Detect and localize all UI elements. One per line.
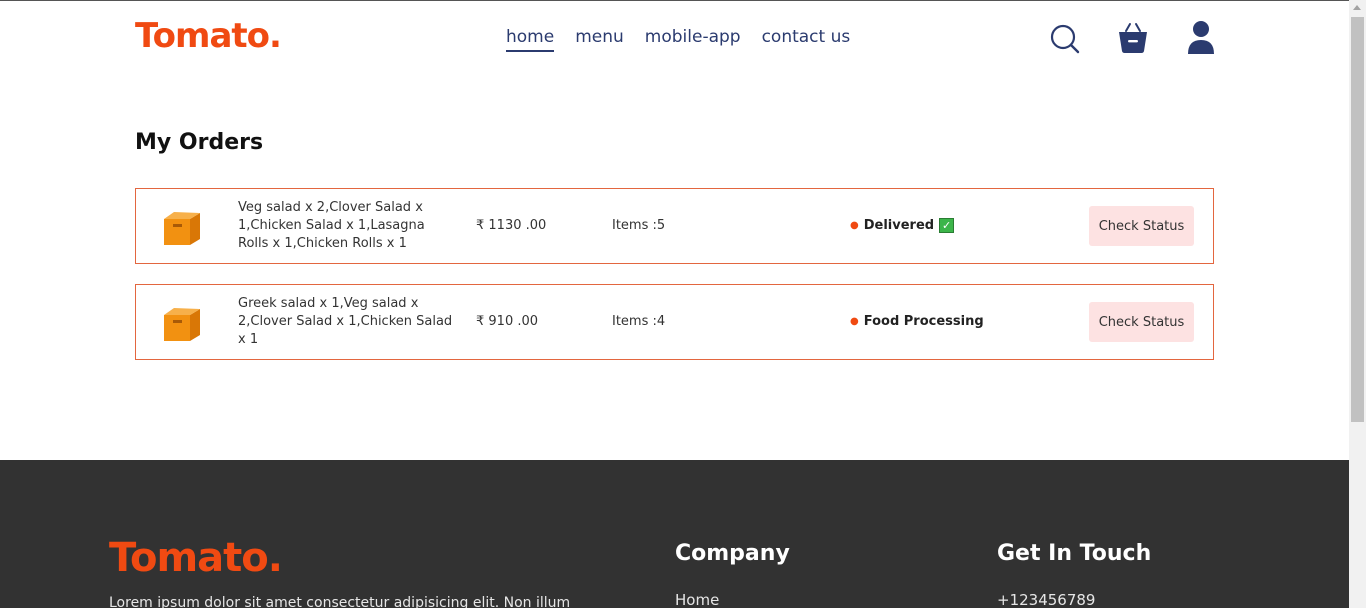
check-icon: ✓ xyxy=(939,218,955,233)
order-amount: ₹ 1130 .00 xyxy=(476,218,547,233)
page: Tomato. home menu mobile-app contact us … xyxy=(0,0,1349,608)
nav-contact-us[interactable]: contact us xyxy=(762,27,851,52)
search-icon[interactable] xyxy=(1049,23,1081,55)
basket-icon[interactable] xyxy=(1117,22,1149,54)
order-status: ● Delivered ✓ xyxy=(850,218,955,233)
nav-mobile-app[interactable]: mobile-app xyxy=(645,27,741,52)
footer: Tomato. Lorem ipsum dolor sit amet conse… xyxy=(0,460,1349,608)
scroll-up-arrow-icon[interactable] xyxy=(1353,5,1361,10)
profile-icon[interactable] xyxy=(1185,20,1217,56)
footer-description: Lorem ipsum dolor sit amet consectetur a… xyxy=(109,595,571,608)
main-nav: home menu mobile-app contact us xyxy=(506,27,850,52)
parcel-icon xyxy=(162,303,202,343)
check-status-button[interactable]: Check Status xyxy=(1089,302,1194,342)
scroll-thumb[interactable] xyxy=(1351,17,1364,422)
parcel-icon xyxy=(162,207,202,247)
status-text: Delivered xyxy=(863,218,935,233)
page-scrollbar[interactable] xyxy=(1349,0,1366,608)
footer-contact-heading: Get In Touch xyxy=(997,541,1152,566)
footer-company-heading: Company xyxy=(675,541,790,566)
status-dot: ● xyxy=(850,316,859,327)
order-status: ● Food Processing xyxy=(850,314,984,329)
check-status-button[interactable]: Check Status xyxy=(1089,206,1194,246)
order-card: Veg salad x 2,Clover Salad x 1,Chicken S… xyxy=(135,188,1214,264)
footer-logo: Tomato. xyxy=(109,535,283,581)
status-text: Food Processing xyxy=(863,314,984,329)
footer-phone: +123456789 xyxy=(997,591,1096,608)
order-items: Veg salad x 2,Clover Salad x 1,Chicken S… xyxy=(238,200,425,251)
order-card: Greek salad x 1,Veg salad x 2,Clover Sal… xyxy=(135,284,1214,360)
order-items: Greek salad x 1,Veg salad x 2,Clover Sal… xyxy=(238,296,453,347)
footer-link-home[interactable]: Home xyxy=(675,591,719,608)
order-item-count: Items :5 xyxy=(612,218,666,233)
order-amount: ₹ 910 .00 xyxy=(476,314,539,329)
order-item-count: Items :4 xyxy=(612,314,666,329)
nav-menu[interactable]: menu xyxy=(575,27,624,52)
nav-home[interactable]: home xyxy=(506,27,555,52)
status-dot: ● xyxy=(850,220,859,231)
logo[interactable]: Tomato. xyxy=(135,16,282,56)
page-title: My Orders xyxy=(135,130,264,155)
